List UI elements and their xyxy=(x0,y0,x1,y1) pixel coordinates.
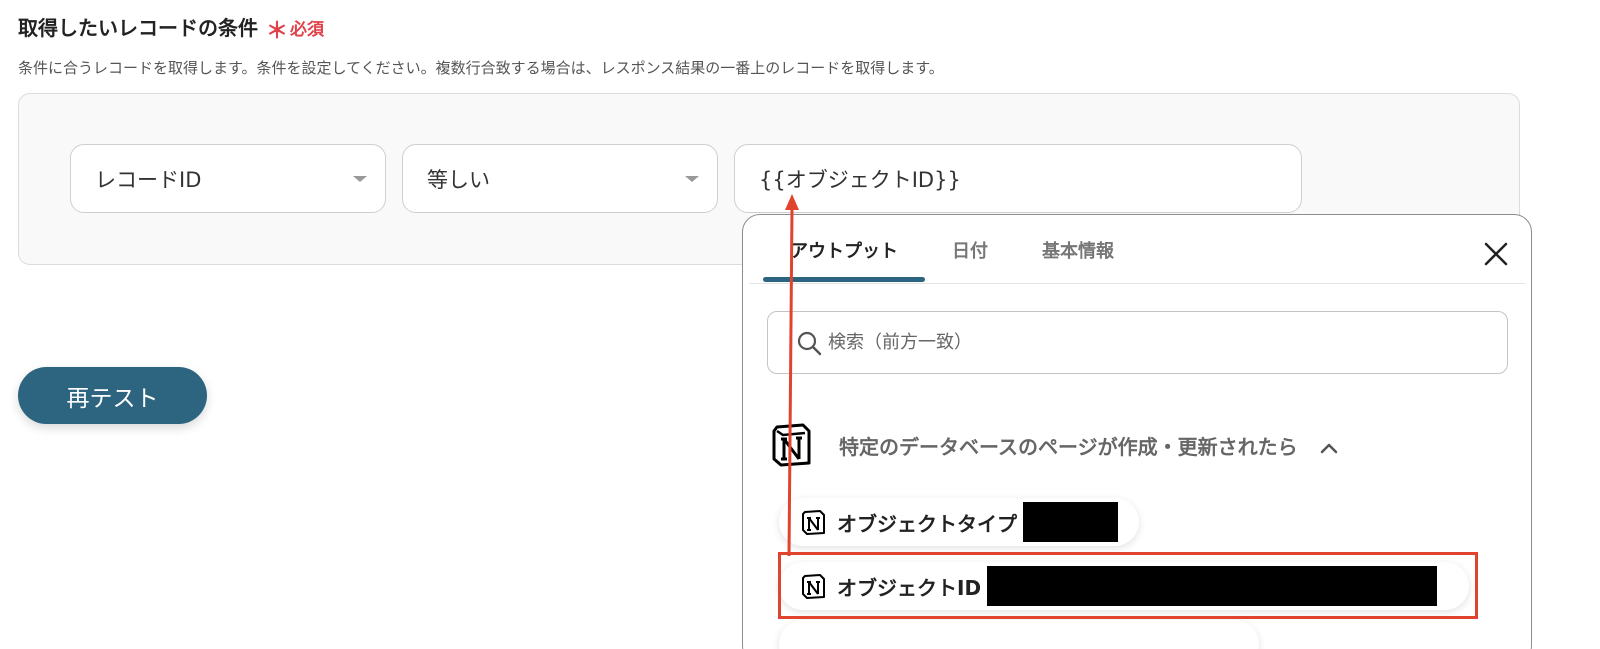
close-icon[interactable] xyxy=(1481,239,1511,269)
annotation-highlight-box xyxy=(778,552,1478,619)
notion-icon xyxy=(801,509,827,535)
section-title-text: 取得したいレコードの条件 xyxy=(18,16,258,40)
search-field[interactable] xyxy=(767,311,1508,374)
chevron-up-icon[interactable] xyxy=(1320,439,1338,454)
tab-basic-info[interactable]: 基本情報 xyxy=(1015,237,1141,281)
group-title: 特定のデータベースのページが作成・更新されたら xyxy=(839,434,1298,459)
field-select[interactable]: レコードID xyxy=(70,144,386,213)
field-select-value: レコードID xyxy=(95,167,202,192)
operator-select-value: 等しい xyxy=(427,167,490,192)
tab-divider xyxy=(749,283,1525,284)
trigger-group-header[interactable]: 特定のデータベースのページが作成・更新されたら xyxy=(771,423,1338,467)
panel-tabs: アウトプット 日付 基本情報 xyxy=(763,237,1141,282)
tab-output[interactable]: アウトプット xyxy=(763,237,925,282)
item-label: オブジェクトタイプ xyxy=(837,511,1017,536)
retest-button[interactable]: 再テスト xyxy=(18,367,207,424)
required-badge: ＊必須 xyxy=(266,10,325,44)
caret-down-icon xyxy=(353,176,367,182)
operator-select[interactable]: 等しい xyxy=(402,144,718,213)
required-mark: ＊ xyxy=(266,19,289,44)
search-icon xyxy=(796,330,822,356)
caret-down-icon xyxy=(685,176,699,182)
value-input-text: {{オブジェクトID}} xyxy=(759,167,961,192)
output-item-partial[interactable] xyxy=(779,620,1259,649)
section-title: 取得したいレコードの条件 ＊必須 xyxy=(18,10,325,44)
section-description: 条件に合うレコードを取得します。条件を設定してください。複数行合致する場合は、レ… xyxy=(18,59,944,77)
redacted-value xyxy=(1023,502,1118,542)
tab-date[interactable]: 日付 xyxy=(925,237,1015,281)
value-input[interactable]: {{オブジェクトID}} xyxy=(734,144,1302,213)
notion-icon xyxy=(771,423,813,467)
required-label: 必須 xyxy=(290,20,325,40)
search-input[interactable] xyxy=(828,332,1478,353)
output-item-object-type[interactable]: オブジェクトタイプ xyxy=(779,498,1139,546)
